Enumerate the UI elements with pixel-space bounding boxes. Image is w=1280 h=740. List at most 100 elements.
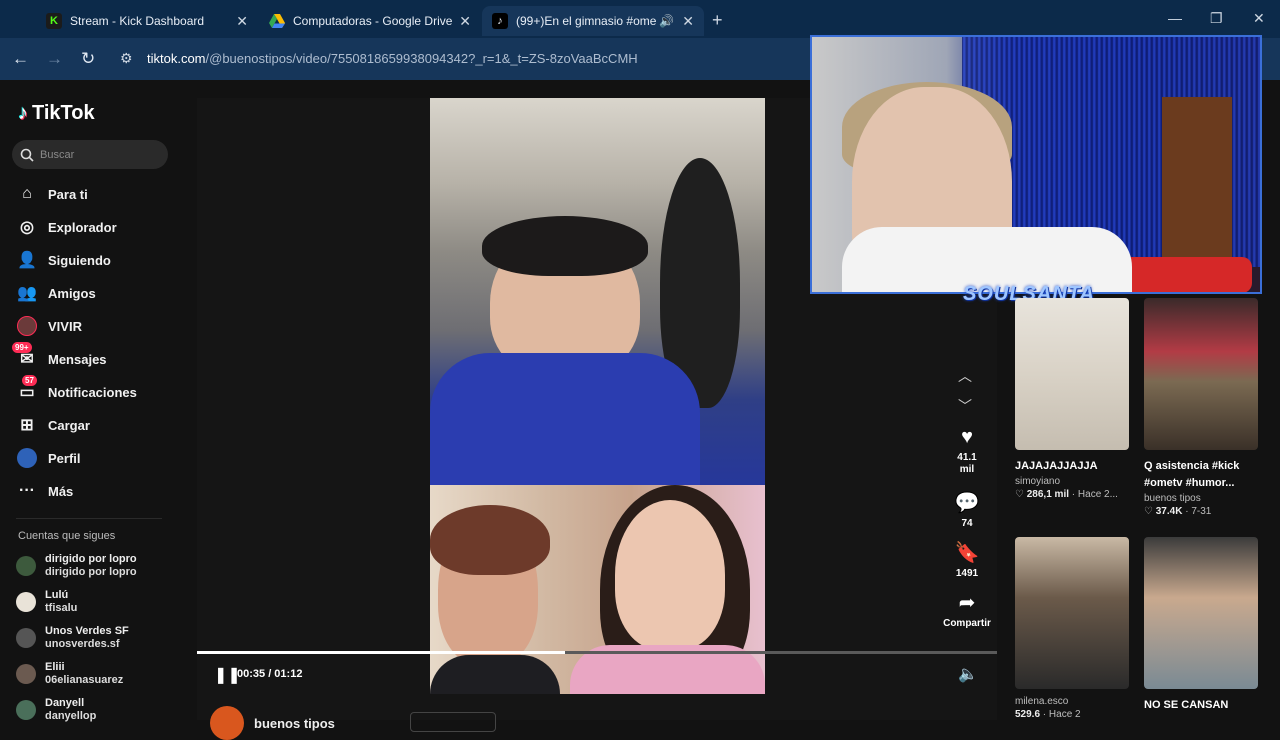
nav-mas[interactable]: ··· Más — [16, 478, 73, 504]
account-name: Lulú — [45, 589, 69, 601]
video-title: Q asistencia #kick #ometv #humor... — [1144, 460, 1240, 489]
account-handle: tfisalu — [45, 602, 78, 614]
video-top-panel — [430, 98, 765, 485]
girl-left-hair — [430, 505, 550, 575]
new-tab-icon[interactable]: + — [712, 10, 723, 31]
tab-tiktok-video[interactable]: ♪ (99+)En el gimnasio #omet 🔊 ✕ — [482, 6, 704, 36]
following-account[interactable]: dirigido por lopro dirigido por lopro — [16, 553, 137, 579]
nav-cargar[interactable]: ⊞ Cargar — [16, 412, 90, 438]
video-title: NO SE CANSAN — [1144, 699, 1229, 711]
nav-notificaciones[interactable]: ▭ 57 Notificaciones — [16, 375, 137, 405]
account-handle: danyellop — [45, 710, 97, 722]
nav-explorador[interactable]: ◎ Explorador — [16, 214, 117, 240]
like-count: 529.6 — [1015, 709, 1041, 720]
back-icon[interactable]: ← — [12, 49, 29, 69]
streamer-hair — [482, 216, 648, 276]
more-icon: ··· — [19, 482, 35, 499]
comment-count: 74 — [961, 518, 973, 529]
avatar — [16, 628, 36, 648]
following-icon: 👤 — [17, 252, 37, 269]
nav-para-ti[interactable]: ⌂ Para ti — [16, 181, 88, 207]
follow-button[interactable] — [410, 712, 496, 732]
nav-vivir[interactable]: VIVIR — [16, 313, 82, 339]
chevron-up-icon[interactable]: ︿ — [958, 366, 972, 386]
nav-siguiendo[interactable]: 👤 Siguiendo — [16, 247, 111, 273]
url-host: tiktok.com — [147, 51, 206, 66]
video-stats: 529.6 · Hace 2 — [1015, 709, 1081, 720]
drive-icon — [269, 13, 285, 29]
tiktok-logo[interactable]: ♪ TikTok — [18, 102, 95, 125]
minimize-icon[interactable]: — — [1168, 10, 1182, 26]
avatar — [16, 556, 36, 576]
sidebar-divider — [16, 518, 162, 519]
video-frame[interactable] — [430, 98, 765, 694]
live-icon — [16, 315, 38, 337]
speaker-icon[interactable]: 🔊 — [659, 14, 674, 28]
nav-perfil[interactable]: Perfil — [16, 445, 81, 471]
nav-label: Notificaciones — [48, 384, 137, 400]
tab-kick-dashboard[interactable]: K Stream - Kick Dashboard ✕ — [36, 6, 258, 36]
close-icon[interactable]: ✕ — [459, 13, 471, 30]
profile-icon — [16, 447, 38, 469]
account-handle: dirigido por lopro — [45, 566, 137, 578]
chair — [1122, 257, 1252, 292]
search-input[interactable] — [40, 148, 160, 161]
nav-amigos[interactable]: 👥 Amigos — [16, 280, 96, 306]
share-action[interactable]: ➦ Compartir — [940, 590, 994, 630]
video-author: milena.esco — [1015, 696, 1069, 707]
like-count: 41.1 mil — [957, 452, 977, 475]
tiktok-sidebar: ♪ TikTok ⌂ Para ti ◎ Explorador 👤 Siguie… — [0, 80, 190, 723]
chevron-down-icon[interactable]: ﹀ — [958, 396, 972, 416]
following-account[interactable]: Danyell danyellop — [16, 697, 96, 723]
comment-action[interactable]: 💬 74 — [940, 490, 994, 530]
video-thumbnail — [1144, 537, 1258, 689]
video-bottom-panel — [430, 485, 765, 694]
reload-icon[interactable]: ↻ — [81, 49, 95, 69]
tab-title: (99+)En el gimnasio #omet — [516, 14, 656, 28]
search-icon — [20, 148, 34, 162]
streamer-shirt — [430, 353, 700, 485]
video-date: 7-31 — [1191, 506, 1212, 517]
tiktok-icon: ♪ — [492, 13, 508, 29]
video-title: JAJAJAJJAJJA — [1015, 460, 1098, 472]
tab-title: Stream - Kick Dashboard — [70, 14, 205, 28]
video-author[interactable]: buenos tipos — [210, 706, 335, 740]
video-thumbnail — [1015, 537, 1129, 689]
close-icon[interactable]: ✕ — [682, 13, 694, 30]
recommended-video[interactable]: milena.esco 529.6 · Hace 2 — [1015, 537, 1129, 721]
girl-right-face — [615, 500, 725, 650]
following-account[interactable]: Lulú tfisalu — [16, 589, 77, 615]
notifications-icon: ▭ 57 — [16, 375, 38, 403]
account-handle: unosverdes.sf — [45, 638, 120, 650]
comment-icon: 💬 — [954, 492, 980, 514]
upload-icon: ⊞ — [20, 417, 34, 434]
url-path: /@buenostipos/video/7550818659938094342?… — [205, 51, 638, 66]
close-icon[interactable]: ✕ — [236, 13, 248, 30]
volume-icon[interactable]: 🔈 — [958, 664, 978, 684]
following-account[interactable]: Eliii 06elianasuarez — [16, 661, 123, 687]
following-section-title: Cuentas que sigues — [18, 530, 116, 542]
save-action[interactable]: 🔖 1491 — [940, 540, 994, 580]
video-thumbnail — [1144, 298, 1258, 450]
site-info-icon[interactable]: ⚙ — [120, 50, 133, 67]
following-account[interactable]: Unos Verdes SF unosverdes.sf — [16, 625, 129, 651]
video-progress-bar[interactable] — [197, 651, 997, 654]
recommended-video[interactable]: NO SE CANSAN — [1144, 537, 1258, 714]
avatar — [16, 664, 36, 684]
tab-google-drive[interactable]: Computadoras - Google Drive ✕ — [259, 6, 481, 36]
window-close-icon[interactable]: ✕ — [1253, 10, 1265, 27]
like-action[interactable]: ♥ 41.1 mil — [940, 426, 994, 476]
url-field[interactable]: tiktok.com/@buenostipos/video/7550818659… — [147, 51, 638, 66]
search-box[interactable] — [12, 140, 168, 169]
nav-label: Más — [48, 483, 74, 499]
save-count: 1491 — [955, 568, 979, 579]
forward-icon[interactable]: → — [46, 49, 63, 69]
tab-title: Computadoras - Google Drive — [293, 14, 453, 28]
video-stats: ♡ 37.4K · 7-31 — [1144, 506, 1212, 517]
compass-icon: ◎ — [20, 219, 34, 236]
maximize-icon[interactable]: ❐ — [1210, 10, 1223, 27]
recommended-video[interactable]: Q asistencia #kick #ometv #humor... buen… — [1144, 298, 1258, 518]
nav-mensajes[interactable]: ✉ 99+ Mensajes — [12, 342, 107, 372]
recommended-video[interactable]: JAJAJAJJAJJA simoyiano ♡ 286,1 mil · Hac… — [1015, 298, 1129, 501]
girl-left-jacket — [430, 655, 560, 694]
